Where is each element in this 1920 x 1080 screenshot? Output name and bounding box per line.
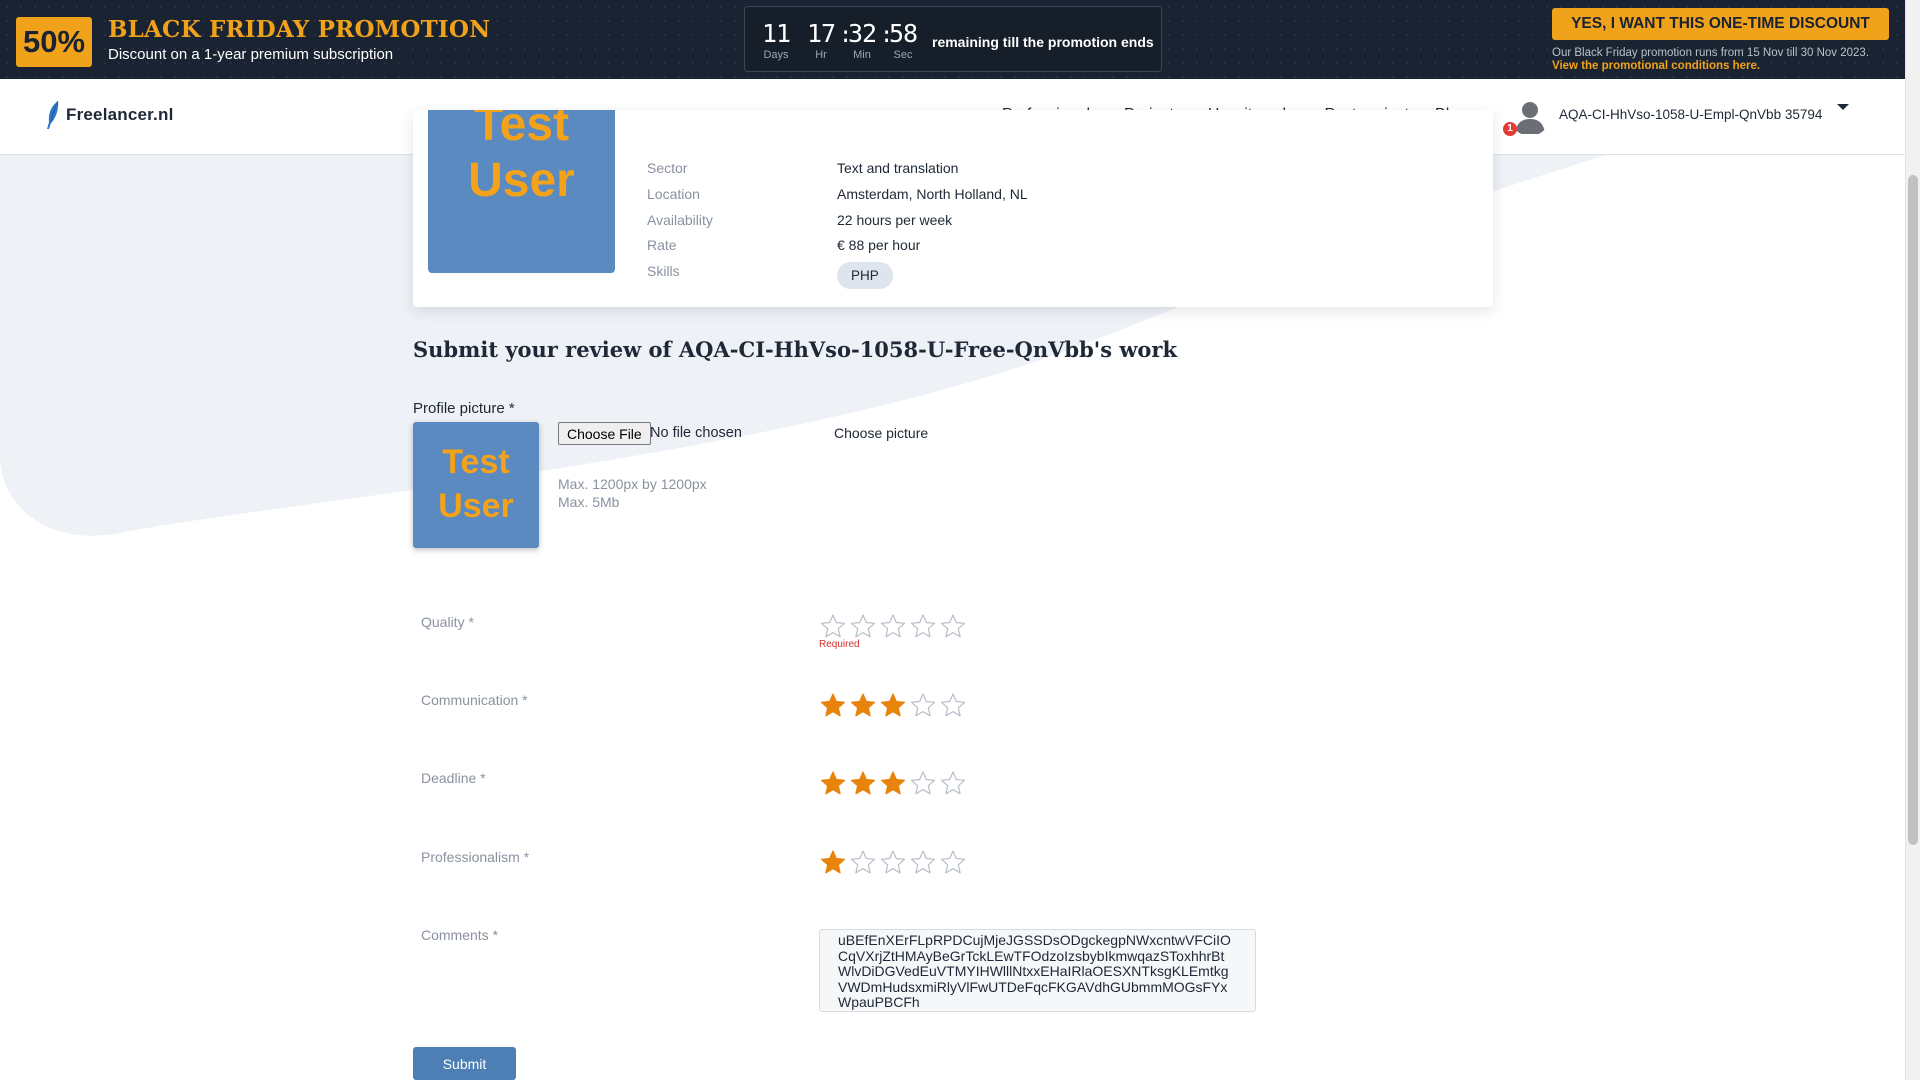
quality-label: Quality * bbox=[421, 614, 474, 630]
notification-badge[interactable]: 1 bbox=[1503, 122, 1517, 136]
countdown-days: 11 Days bbox=[761, 19, 791, 62]
scrollbar-thumb[interactable] bbox=[1908, 175, 1918, 845]
availability-label: Availability bbox=[647, 212, 713, 228]
promo-subtitle: Discount on a 1-year premium subscriptio… bbox=[108, 46, 394, 63]
quality-rating[interactable] bbox=[818, 612, 968, 640]
site-logo[interactable]: Freelancer.nl bbox=[46, 100, 174, 130]
promo-discount-button[interactable]: YES, I WANT THIS ONE-TIME DISCOUNT bbox=[1552, 8, 1889, 40]
countdown-seconds: 58 Sec bbox=[888, 19, 918, 62]
required-message: Required bbox=[819, 639, 860, 650]
promo-conditions-link[interactable]: View the promotional conditions here. bbox=[1552, 60, 1760, 72]
promo-note: Our Black Friday promotion runs from 15 … bbox=[1552, 47, 1870, 59]
star-filled-icon[interactable] bbox=[848, 769, 878, 797]
professionalism-label: Professionalism * bbox=[421, 849, 530, 865]
comments-label: Comments * bbox=[421, 927, 499, 943]
professionalism-rating[interactable] bbox=[818, 848, 968, 876]
deadline-label: Deadline * bbox=[421, 770, 486, 786]
star-filled-icon[interactable] bbox=[878, 691, 908, 719]
rate-label: Rate bbox=[647, 237, 677, 253]
comments-textarea[interactable] bbox=[819, 929, 1256, 1012]
sector-value: Text and translation bbox=[837, 160, 959, 176]
countdown-text: remaining till the promotion ends bbox=[932, 34, 1154, 50]
countdown-hours: 17 Hr bbox=[806, 19, 836, 62]
page-scrollbar[interactable] bbox=[1905, 0, 1920, 1080]
star-filled-icon[interactable] bbox=[818, 848, 848, 876]
star-empty-icon[interactable] bbox=[908, 848, 938, 876]
skills-label: Skills bbox=[647, 263, 680, 279]
logo-text: Freelancer.nl bbox=[66, 105, 174, 124]
choose-picture-link[interactable]: Choose picture bbox=[834, 425, 928, 441]
review-profile-picture: Test User bbox=[413, 422, 539, 548]
promo-banner: 50% BLACK FRIDAY PROMOTION Discount on a… bbox=[0, 0, 1920, 79]
feather-logo-icon bbox=[47, 100, 59, 129]
choose-file-button[interactable]: Choose File bbox=[558, 422, 651, 445]
promo-discount-badge: 50% bbox=[16, 17, 92, 67]
star-empty-icon[interactable] bbox=[848, 848, 878, 876]
countdown-minutes: 32 Min bbox=[847, 19, 877, 62]
promo-title: BLACK FRIDAY PROMOTION bbox=[108, 16, 491, 43]
promo-countdown: 11 Days 17 Hr : 32 Min : 58 Sec remainin… bbox=[744, 6, 1162, 72]
max-dimensions-text: Max. 1200px by 1200px bbox=[558, 476, 707, 492]
star-filled-icon[interactable] bbox=[848, 691, 878, 719]
max-size-text: Max. 5Mb bbox=[558, 494, 620, 510]
star-filled-icon[interactable] bbox=[818, 769, 848, 797]
star-empty-icon[interactable] bbox=[848, 612, 878, 640]
star-empty-icon[interactable] bbox=[818, 612, 848, 640]
star-empty-icon[interactable] bbox=[908, 612, 938, 640]
star-empty-icon[interactable] bbox=[908, 691, 938, 719]
communication-label: Communication * bbox=[421, 692, 528, 708]
star-empty-icon[interactable] bbox=[908, 769, 938, 797]
star-filled-icon[interactable] bbox=[818, 691, 848, 719]
chevron-down-icon[interactable] bbox=[1836, 100, 1850, 114]
star-empty-icon[interactable] bbox=[878, 848, 908, 876]
profile-picture-label: Profile picture * bbox=[413, 400, 515, 417]
rate-value: € 88 per hour bbox=[837, 237, 921, 253]
availability-value: 22 hours per week bbox=[837, 212, 953, 228]
user-name[interactable]: AQA-CI-HhVso-1058-U-Empl-QnVbb 35794 bbox=[1559, 107, 1822, 122]
star-filled-icon[interactable] bbox=[878, 769, 908, 797]
location-value: Amsterdam, North Holland, NL bbox=[837, 186, 1028, 202]
deadline-rating[interactable] bbox=[818, 769, 968, 797]
star-empty-icon[interactable] bbox=[938, 848, 968, 876]
review-title: Submit your review of AQA-CI-HhVso-1058-… bbox=[413, 337, 1178, 362]
communication-rating[interactable] bbox=[818, 691, 968, 719]
star-empty-icon[interactable] bbox=[938, 691, 968, 719]
submit-button[interactable]: Submit bbox=[413, 1047, 516, 1080]
no-file-text: No file chosen bbox=[650, 425, 742, 441]
star-empty-icon[interactable] bbox=[938, 769, 968, 797]
skill-tag: PHP bbox=[837, 262, 893, 289]
sector-label: Sector bbox=[647, 160, 688, 176]
location-label: Location bbox=[647, 186, 700, 202]
star-empty-icon[interactable] bbox=[938, 612, 968, 640]
star-empty-icon[interactable] bbox=[878, 612, 908, 640]
freelancer-profile-picture: Test User bbox=[428, 110, 615, 273]
